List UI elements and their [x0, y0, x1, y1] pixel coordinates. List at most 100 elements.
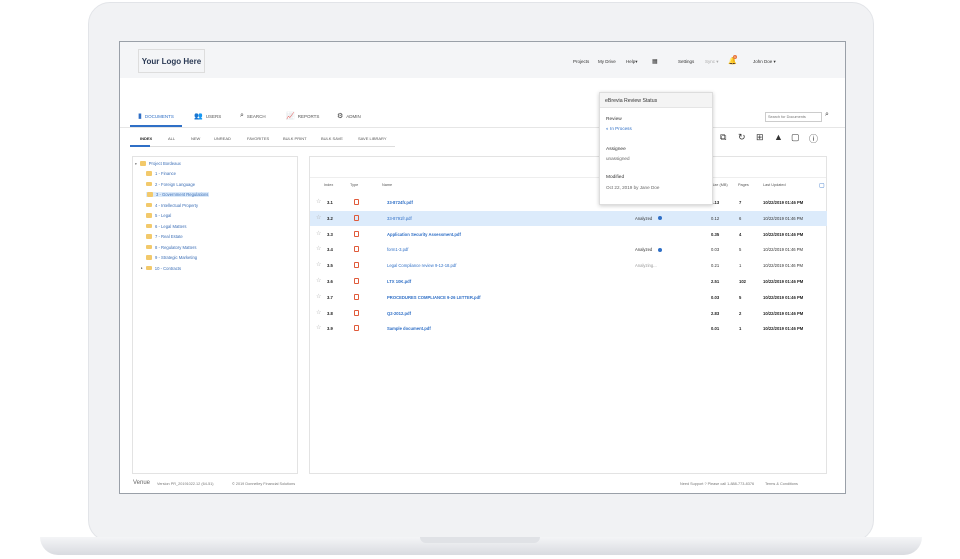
subtab-bulk-save[interactable]: BULK SAVE: [321, 136, 343, 141]
pdf-icon: [354, 214, 359, 221]
subtab-index[interactable]: INDEX: [140, 136, 152, 141]
tree-item[interactable]: 9 - Strategic Marketing: [146, 255, 197, 260]
subtab-favorites[interactable]: FAVORITES: [247, 136, 269, 141]
tab-search[interactable]: ⌕ SEARCH: [240, 112, 266, 120]
subtab-bulk-print[interactable]: BULK PRINT: [283, 136, 307, 141]
star-icon[interactable]: ☆: [316, 324, 321, 331]
document-name-link[interactable]: Q2-2012.pdf: [387, 311, 411, 316]
search-documents-input[interactable]: [765, 112, 822, 122]
tree-item[interactable]: 6 - Legal Matters: [146, 224, 186, 229]
star-icon[interactable]: ☆: [316, 198, 321, 205]
star-icon[interactable]: ☆: [316, 277, 321, 284]
document-name-link[interactable]: 33-8724fr.pdf: [387, 200, 413, 205]
note-icon[interactable]: ▢: [791, 132, 800, 143]
tree-item[interactable]: 4 - Intellectual Property: [146, 203, 198, 208]
table-row[interactable]: ☆ 3.3 Application Security Assessment.pdf 0…: [310, 227, 827, 242]
row-index: 3.5: [327, 263, 333, 269]
star-icon[interactable]: ☆: [316, 214, 321, 221]
tree-item[interactable]: 1 - Finance: [146, 171, 176, 176]
link-settings[interactable]: Settings: [678, 59, 694, 64]
search-button-icon[interactable]: ⌕: [825, 111, 829, 119]
subtab-unread[interactable]: UNREAD: [214, 136, 231, 141]
notification-badge: 1: [733, 55, 737, 59]
table-row[interactable]: ☆ 3.6 LTX 10K.pdf 2.51 102 10/22/2019 01:46 P…: [310, 274, 827, 289]
tab-admin[interactable]: ⚙ ADMIN: [337, 112, 361, 120]
column-header[interactable]: Type: [350, 183, 358, 187]
tree-item[interactable]: ▸ 10 - Contracts: [141, 266, 181, 271]
tree-item[interactable]: 8 - Regulatory Matters: [146, 245, 196, 250]
tree-item[interactable]: 2 - Foreign Language: [146, 182, 195, 187]
warning-icon[interactable]: ▲: [774, 132, 783, 142]
star-icon[interactable]: ☆: [316, 293, 321, 300]
expand-caret-icon[interactable]: ▸: [141, 266, 143, 270]
folder-icon: [147, 192, 153, 197]
subtab-save-library[interactable]: SAVE LIBRARY: [358, 136, 387, 141]
analysis-info-icon[interactable]: [658, 247, 662, 252]
column-header[interactable]: Size (MB): [711, 183, 728, 187]
tab-users[interactable]: 👥 USERS: [194, 112, 221, 120]
refresh-icon[interactable]: ↻: [738, 132, 746, 143]
column-header[interactable]: Name: [382, 183, 392, 187]
column-settings-icon[interactable]: ▢: [819, 182, 825, 189]
tree-item-label: 10 - Contracts: [154, 265, 182, 271]
last-updated: 10/22/2019 01:46 PM: [763, 247, 804, 253]
star-icon[interactable]: ☆: [316, 245, 321, 252]
sync-dropdown[interactable]: Sync ▾: [705, 59, 719, 65]
page-count: 6: [739, 215, 742, 221]
column-header[interactable]: Last Updated: [763, 183, 786, 187]
tree-item[interactable]: 5 - Legal: [146, 213, 171, 218]
analysis-info-icon[interactable]: [658, 216, 662, 221]
link-my-drive[interactable]: My Drive: [598, 59, 616, 64]
tree-item-label: 1 - Finance: [155, 171, 176, 176]
document-name-link[interactable]: Application Security Assessment.pdf: [387, 232, 461, 237]
table-row[interactable]: ☆ 3.5 Legal Compliance review 9-12-18.pdf A…: [310, 258, 827, 273]
document-name-link[interactable]: form1-3.pdf: [387, 247, 408, 252]
table-row[interactable]: ☆ 3.7 PROCEDURES COMPLIANCE 9-26 LETTER.pd…: [310, 290, 827, 305]
pdf-icon: [354, 199, 359, 205]
info-icon[interactable]: ⓘ: [809, 132, 818, 145]
tab-reports[interactable]: 📈 REPORTS: [286, 112, 319, 120]
grid-icon[interactable]: ▦: [652, 58, 658, 65]
row-index: 3.1: [327, 200, 333, 205]
star-icon[interactable]: ☆: [316, 261, 321, 268]
document-name-link[interactable]: PROCEDURES COMPLIANCE 9-26 LETTER.pdf: [387, 295, 481, 300]
file-size: 0.01: [711, 326, 720, 332]
row-index: 3.2: [327, 215, 333, 221]
column-header[interactable]: Index: [324, 183, 333, 187]
star-icon[interactable]: ☆: [316, 230, 321, 237]
file-size: 2.83: [711, 310, 720, 316]
subtab-all[interactable]: ALL: [168, 136, 175, 141]
file-size: 0.21: [711, 263, 720, 269]
tree-item[interactable]: 3 - Government Regulations: [146, 192, 210, 197]
subtab-divider: [130, 146, 395, 147]
expand-caret-icon[interactable]: ▾: [135, 162, 137, 166]
document-name-link[interactable]: Legal Compliance review 9-12-18.pdf: [387, 263, 456, 268]
table-row[interactable]: ☆ 3.8 Q2-2012.pdf 2.83 2 10/22/2019 01:46 PM: [310, 306, 827, 321]
tree-item[interactable]: 7 - Real Estate: [146, 234, 183, 239]
folder-icon: [146, 181, 152, 187]
subtab-new[interactable]: NEW: [191, 136, 200, 141]
hierarchy-icon[interactable]: ⊞: [756, 132, 764, 143]
link-projects[interactable]: Projects: [573, 59, 589, 64]
folder-icon: [146, 255, 152, 260]
table-row[interactable]: ☆ 3.4 form1-3.pdf Analyzed 0.03 5 10/22/2019 0…: [310, 242, 827, 257]
tree-item[interactable]: ▾ Project Bordeaux: [135, 161, 181, 166]
copy-icon[interactable]: ⧉: [720, 132, 726, 143]
tab-documents[interactable]: ▮ DOCUMENTS: [138, 112, 174, 120]
table-row[interactable]: ☆ 3.1 33-8724fr.pdf 3.13 7 10/22/2019 01:46 P…: [310, 195, 827, 210]
star-icon[interactable]: ☆: [316, 309, 321, 316]
user-menu[interactable]: John Doe ▾: [753, 59, 776, 65]
footer-terms-link[interactable]: Terms & Conditions: [765, 482, 798, 486]
document-name-link[interactable]: 33-8791fr.pdf: [387, 216, 412, 221]
table-row[interactable]: ☆ 3.2 33-8791fr.pdf Analyzed 0.12 6 10/22/2019…: [310, 210, 827, 226]
laptop-notch: [420, 537, 540, 543]
last-updated: 10/22/2019 01:46 PM: [763, 294, 804, 300]
table-row[interactable]: ☆ 3.9 Sample document.pdf 0.01 1 10/22/2019 0…: [310, 321, 827, 336]
active-subtab-indicator: [130, 145, 150, 147]
column-header[interactable]: Pages: [738, 183, 749, 187]
assignee-value: unassigned: [606, 156, 630, 161]
document-name-link[interactable]: Sample document.pdf: [387, 326, 431, 331]
row-index: 3.8: [327, 310, 333, 316]
link-help[interactable]: Help▾: [626, 59, 638, 65]
document-name-link[interactable]: LTX 10K.pdf: [387, 279, 411, 284]
